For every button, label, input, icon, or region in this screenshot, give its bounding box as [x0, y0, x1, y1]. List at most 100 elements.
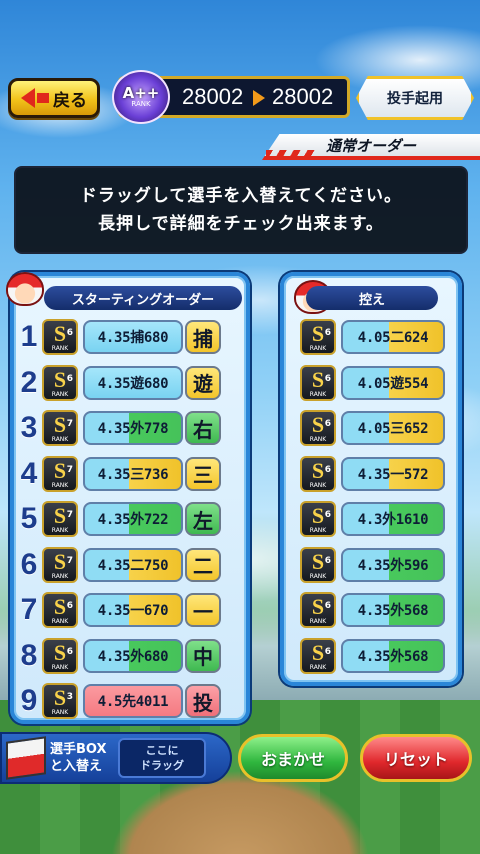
player-stat[interactable]: 4.35外778: [83, 411, 183, 445]
player-stat[interactable]: 4.35外596: [341, 547, 445, 582]
bench-row[interactable]: S 6 RANK 4.3外1610: [298, 500, 445, 538]
position-badge[interactable]: 二: [185, 547, 221, 582]
lineup-row[interactable]: 5 S 7 RANK 4.35外722 左: [18, 500, 221, 538]
player-stat[interactable]: 4.35一572: [341, 456, 445, 491]
rank-badge: S 6 RANK: [42, 364, 78, 401]
player-stat[interactable]: 4.35遊680: [83, 365, 183, 400]
rank-sub-number: 6: [66, 601, 73, 611]
bench-row[interactable]: S 6 RANK 4.05二624: [298, 318, 445, 356]
rank-badge: S 6 RANK: [300, 501, 336, 537]
rank-sub-number: 6: [66, 373, 73, 384]
player-stat[interactable]: 4.35二750: [83, 547, 183, 582]
rank-sub-number: 6: [66, 646, 73, 657]
player-stat[interactable]: 4.05二624: [341, 320, 445, 354]
position-badge[interactable]: 三: [185, 456, 221, 491]
rank-caption: RANK: [309, 618, 327, 625]
back-button[interactable]: 戻る: [8, 78, 100, 118]
player-box-label-line2: と入替え: [50, 759, 103, 774]
rank-letter: S: [311, 457, 325, 483]
lineup-row[interactable]: 1 S 6 RANK 4.35捕680 捕: [18, 318, 221, 356]
rank-caption: RANK: [51, 345, 69, 352]
auto-assign-button[interactable]: おまかせ: [238, 734, 348, 782]
pitcher-usage-label: 投手起用: [387, 91, 443, 107]
bench-row[interactable]: S 6 RANK 4.35一572: [298, 455, 445, 493]
rank-letter: S: [311, 412, 325, 437]
rank-badge: S 6 RANK: [300, 410, 336, 446]
drag-drop-area[interactable]: ここに ドラッグ: [118, 738, 206, 778]
instruction-line-1: ドラッグして選手を入替えてください。: [79, 186, 403, 206]
rank-badge: S 6 RANK: [300, 455, 336, 492]
rank-badge: S 7 RANK: [42, 546, 78, 583]
rank-badge: S 3 RANK: [42, 683, 78, 719]
drop-area-line1: ここに: [145, 744, 179, 757]
rank-caption: RANK: [51, 572, 69, 580]
rank-letter: S: [53, 685, 67, 710]
bench-row[interactable]: S 6 RANK 4.35外568: [298, 637, 445, 675]
bench-row[interactable]: S 6 RANK 4.05三652: [298, 409, 445, 447]
position-badge[interactable]: 遊: [185, 365, 221, 400]
reset-button[interactable]: リセット: [360, 734, 472, 782]
bench-row[interactable]: S 6 RANK 4.35外596: [298, 546, 445, 584]
rank-sub-number: 7: [66, 510, 73, 520]
score-after: 28002: [272, 84, 334, 109]
position-badge[interactable]: 左: [185, 502, 221, 536]
score-arrow-icon: [253, 90, 265, 106]
bench-row[interactable]: S 6 RANK 4.05遊554: [298, 364, 445, 402]
rank-sub-number: 6: [324, 646, 331, 657]
batting-order-number: 1: [20, 320, 38, 353]
player-stat[interactable]: 4.35一670: [83, 593, 183, 627]
lineup-row[interactable]: 3 S 7 RANK 4.35外778 右: [18, 409, 221, 447]
position-badge[interactable]: 捕: [185, 320, 221, 354]
rank-sub-number: 6: [324, 464, 331, 475]
batting-order-number: 4: [20, 456, 38, 490]
rank-caption: RANK: [309, 390, 327, 398]
lineup-row[interactable]: 8 S 6 RANK 4.35外680 中: [18, 637, 221, 675]
rank-letter: S: [53, 639, 67, 665]
player-stat[interactable]: 4.05三652: [341, 411, 445, 445]
pitcher-usage-button[interactable]: 投手起用: [356, 76, 474, 120]
player-stat[interactable]: 4.3外1610: [341, 502, 445, 536]
bench-row[interactable]: S 6 RANK 4.35外568: [298, 591, 445, 629]
rank-letter: S: [311, 639, 325, 665]
rank-sub-number: 6: [324, 419, 331, 429]
order-type-label: 通常オーダー: [325, 136, 416, 155]
player-stat[interactable]: 4.35三736: [83, 456, 183, 491]
lineup-row[interactable]: 6 S 7 RANK 4.35二750 二: [18, 546, 221, 584]
lineup-row[interactable]: 9 S 3 RANK 4.5先4011 投: [18, 682, 221, 720]
rank-badge: S 6 RANK: [42, 319, 78, 355]
rank-sub-number: 3: [66, 692, 73, 702]
rank-sub-number: 7: [66, 464, 73, 475]
player-stat[interactable]: 4.35捕680: [83, 320, 183, 354]
rank-sub-number: 6: [324, 601, 331, 611]
order-tab-stripes: [266, 150, 316, 160]
player-stat[interactable]: 4.35外722: [83, 502, 183, 536]
lineup-row[interactable]: 2 S 6 RANK 4.35遊680 遊: [18, 364, 221, 402]
rank-badge: S 6 RANK: [300, 637, 336, 674]
rank-caption: RANK: [51, 618, 69, 625]
lineup-row[interactable]: 4 S 7 RANK 4.35三736 三: [18, 455, 221, 493]
player-box-swap-button[interactable]: 選手BOX と入替え ここに ドラッグ: [0, 732, 232, 784]
bench-panel: 控え S 6 RANK 4.05二624 S 6 RANK 4.05遊554 S 6 RANK 4.0…: [280, 272, 462, 686]
position-badge[interactable]: 投: [185, 684, 221, 718]
player-stat[interactable]: 4.5先4011: [83, 684, 183, 718]
lineup-row[interactable]: 7 S 6 RANK 4.35一670 一: [18, 591, 221, 629]
player-stat[interactable]: 4.35外680: [83, 638, 183, 673]
rank-letter: S: [53, 457, 67, 483]
position-badge[interactable]: 一: [185, 593, 221, 627]
rank-badge: S 7 RANK: [42, 501, 78, 537]
player-stat[interactable]: 4.35外568: [341, 638, 445, 673]
rank-sub-number: 6: [324, 510, 331, 520]
rank-caption: RANK: [51, 390, 69, 398]
starting-lineup-panel: スターティングオーダー 1 S 6 RANK 4.35捕680 捕 2 S 6 RANK 4.35遊…: [6, 272, 250, 724]
batting-order-number: 9: [20, 684, 38, 717]
position-badge[interactable]: 右: [185, 411, 221, 445]
back-arrow-icon: [21, 88, 35, 108]
rank-letter: S: [311, 503, 325, 528]
player-stat[interactable]: 4.35外568: [341, 593, 445, 627]
rank-letter: S: [53, 366, 67, 392]
player-box-icon: [6, 736, 46, 780]
rank-sub-number: 6: [324, 555, 331, 566]
player-stat[interactable]: 4.05遊554: [341, 365, 445, 400]
rank-badge: S 7 RANK: [42, 410, 78, 446]
position-badge[interactable]: 中: [185, 638, 221, 673]
